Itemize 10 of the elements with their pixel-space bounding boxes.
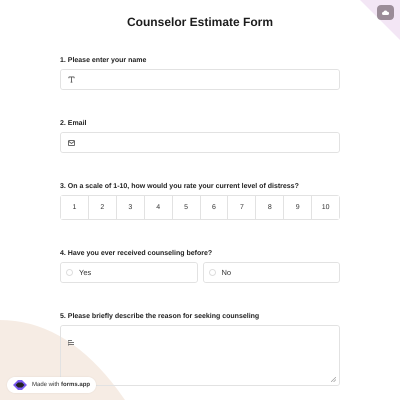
form-title: Counselor Estimate Form (126, 15, 274, 29)
email-input[interactable] (60, 132, 340, 153)
text-icon (68, 76, 75, 83)
textarea-input[interactable] (60, 325, 340, 386)
paragraph-icon (68, 340, 75, 346)
text-input[interactable] (60, 69, 340, 90)
cloud-icon[interactable] (377, 5, 394, 20)
logo-icon (13, 380, 27, 390)
envelope-icon (68, 140, 75, 146)
resize-icon[interactable] (331, 377, 336, 382)
